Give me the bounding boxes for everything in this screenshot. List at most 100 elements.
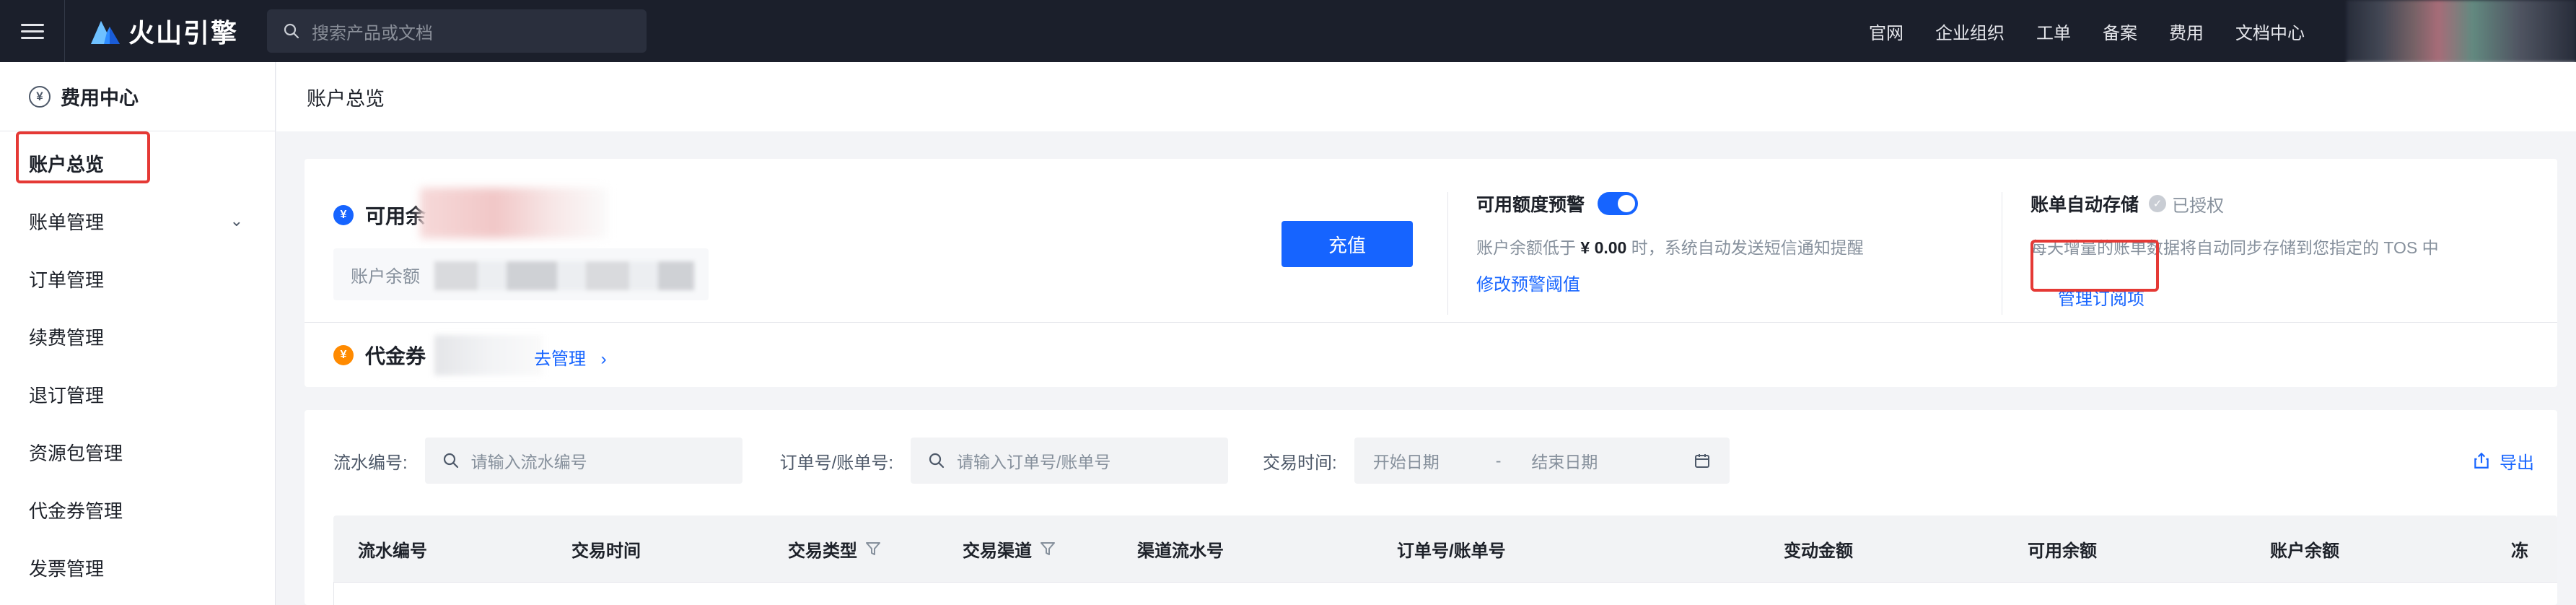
- yen-icon: ¥: [29, 85, 51, 108]
- alert-title: 可用额度预警: [1476, 195, 1585, 215]
- order-search-placeholder: 请输入订单号/账单号: [957, 453, 1111, 471]
- alert-desc-suffix: 时，系统自动发送短信通知提醒: [1631, 238, 1864, 257]
- chevron-right-icon: ›: [600, 349, 607, 369]
- column-header-channel-label: 交易渠道: [963, 541, 1032, 561]
- alert-toggle[interactable]: [1598, 192, 1639, 215]
- export-icon: [2474, 452, 2489, 469]
- search-icon: [929, 453, 945, 469]
- account-balance-label: 账户余额: [351, 266, 420, 287]
- export-button[interactable]: 导出: [2472, 438, 2534, 484]
- search-icon: [284, 23, 299, 39]
- alert-threshold: ¥ 0.00: [1580, 238, 1627, 257]
- column-header-time: 交易时间: [571, 541, 641, 561]
- column-header-frozen: 冻: [2511, 541, 2528, 561]
- nav-docs[interactable]: 文档中心: [2235, 19, 2305, 44]
- export-label: 导出: [2500, 453, 2534, 473]
- highlight-box-account-overview: [16, 131, 150, 183]
- user-avatar-redacted[interactable]: [2347, 0, 2576, 72]
- sidebar-item-invoice-management[interactable]: 发票管理: [0, 539, 275, 596]
- nav-enterprise-org[interactable]: 企业组织: [1935, 19, 2005, 44]
- sidebar-item-label: 退订管理: [29, 384, 105, 406]
- alert-description: 账户余额低于 ¥ 0.00 时，系统自动发送短信通知提醒: [1476, 234, 1864, 258]
- menu-toggle-button[interactable]: [0, 0, 65, 62]
- order-filter-label: 订单号/账单号:: [779, 453, 894, 473]
- balance-alert-section: 可用额度预警 账户余额低于 ¥ 0.00 时，系统自动发送短信通知提醒 修改预警…: [1476, 191, 1864, 295]
- highlight-box-manage-subscription: [2030, 240, 2159, 292]
- nav-official-site[interactable]: 官网: [1869, 19, 1903, 44]
- sidebar-item-label: 续费管理: [29, 326, 105, 349]
- hamburger-icon: [20, 22, 44, 41]
- transactions-card: 流水编号: 请输入流水编号 订单号/账单号: 请输入订单号/账单号 交易时间: …: [305, 410, 2557, 605]
- volcano-logo-icon: [91, 21, 120, 44]
- date-range-separator: -: [1495, 451, 1502, 470]
- auto-store-title: 账单自动存储: [2030, 195, 2139, 215]
- divider: [1447, 192, 1448, 315]
- voucher-manage-link-text: 去管理: [534, 349, 586, 369]
- voucher-row: ¥ 代金券: [333, 341, 426, 370]
- chevron-down-icon: ⌄: [229, 212, 243, 230]
- logo-text: 火山引擎: [128, 18, 239, 48]
- serial-search-placeholder: 请输入流水编号: [470, 453, 587, 471]
- filter-bar: 流水编号: 请输入流水编号 订单号/账单号: 请输入订单号/账单号 交易时间: …: [333, 438, 2534, 484]
- nav-billing[interactable]: 费用: [2169, 19, 2204, 44]
- column-header-type-label: 交易类型: [788, 541, 857, 561]
- sidebar-item-voucher-management[interactable]: 代金券管理: [0, 481, 275, 539]
- column-header-serial: 流水编号: [358, 541, 427, 561]
- column-header-channel-serial: 渠道流水号: [1137, 541, 1224, 561]
- sidebar-item-renewal-management[interactable]: 续费管理: [0, 308, 275, 365]
- date-range-picker[interactable]: 开始日期 - 结束日期: [1354, 438, 1730, 484]
- check-circle-icon: ✓: [2149, 195, 2167, 212]
- top-nav: 官网 企业组织 工单 备案 费用 文档中心: [1869, 0, 2336, 62]
- sidebar-title-text: 费用中心: [61, 87, 139, 109]
- column-header-account-balance: 账户余额: [2270, 541, 2339, 561]
- column-header-amount-change: 变动金额: [1784, 541, 1853, 561]
- serial-search-input[interactable]: 请输入流水编号: [424, 438, 742, 484]
- time-filter-label: 交易时间:: [1263, 453, 1337, 473]
- voucher-value-redacted: [434, 335, 543, 375]
- sidebar-title: ¥ 费用中心: [0, 62, 275, 131]
- auto-store-status: 已授权: [2172, 196, 2225, 216]
- account-balance-value-redacted: [434, 261, 694, 290]
- voucher-manage-link[interactable]: 去管理 ›: [534, 344, 607, 370]
- recharge-button[interactable]: 充值: [1282, 221, 1413, 267]
- start-date-placeholder: 开始日期: [1372, 453, 1440, 471]
- available-balance-value-redacted: [420, 188, 608, 238]
- column-header-order: 订单号/账单号: [1397, 541, 1506, 561]
- yen-coin-icon: ¥: [333, 205, 354, 225]
- search-placeholder: 搜索产品或文档: [312, 23, 434, 43]
- sidebar-item-bill-management[interactable]: 账单管理 ⌄: [0, 192, 275, 250]
- page-title: 账户总览: [276, 62, 2576, 131]
- sidebar-item-unsubscribe-management[interactable]: 退订管理: [0, 365, 275, 423]
- serial-filter-label: 流水编号:: [333, 453, 408, 473]
- column-header-channel[interactable]: 交易渠道: [963, 536, 1056, 562]
- modify-alert-threshold-link[interactable]: 修改预警阈值: [1476, 270, 1580, 295]
- account-balance-box: 账户余额: [333, 248, 709, 300]
- column-header-available-balance: 可用余额: [2028, 541, 2097, 561]
- filter-icon[interactable]: [1039, 540, 1056, 557]
- sidebar-item-label: 资源包管理: [29, 442, 123, 464]
- logo[interactable]: 火山引擎: [88, 12, 238, 50]
- sidebar-item-label: 代金券管理: [29, 500, 123, 522]
- table-header: 流水编号 交易时间 交易类型 交易渠道 渠道流水号 订单号/账单号 变动金额 可…: [333, 515, 2557, 582]
- sidebar-item-label: 发票管理: [29, 557, 105, 580]
- card-divider: [305, 322, 2557, 323]
- global-search-input[interactable]: 搜索产品或文档: [267, 9, 647, 53]
- voucher-label: 代金券: [365, 345, 426, 367]
- calendar-icon: [1694, 454, 1709, 468]
- sidebar-item-label: 账单管理: [29, 211, 105, 233]
- order-search-input[interactable]: 请输入订单号/账单号: [911, 438, 1229, 484]
- nav-filing[interactable]: 备案: [2103, 19, 2137, 44]
- available-balance-row: ¥ 可用余: [333, 201, 426, 230]
- table-body: [333, 582, 2557, 605]
- alert-desc-prefix: 账户余额低于: [1476, 238, 1576, 257]
- column-header-type[interactable]: 交易类型: [788, 536, 882, 562]
- search-icon: [443, 453, 458, 469]
- sidebar-item-resource-package[interactable]: 资源包管理: [0, 423, 275, 481]
- voucher-coin-icon: ¥: [333, 345, 354, 365]
- sidebar-item-order-management[interactable]: 订单管理: [0, 250, 275, 308]
- top-bar: 火山引擎 搜索产品或文档 官网 企业组织 工单 备案 费用 文档中心: [0, 0, 2576, 72]
- nav-ticket[interactable]: 工单: [2036, 19, 2071, 44]
- account-summary-card: ¥ 可用余 账户余额 充值 可用额度预警 账户余额低于 ¥ 0.00 时，系统自…: [305, 159, 2557, 387]
- page-title-text: 账户总览: [307, 87, 385, 110]
- filter-icon[interactable]: [864, 540, 882, 557]
